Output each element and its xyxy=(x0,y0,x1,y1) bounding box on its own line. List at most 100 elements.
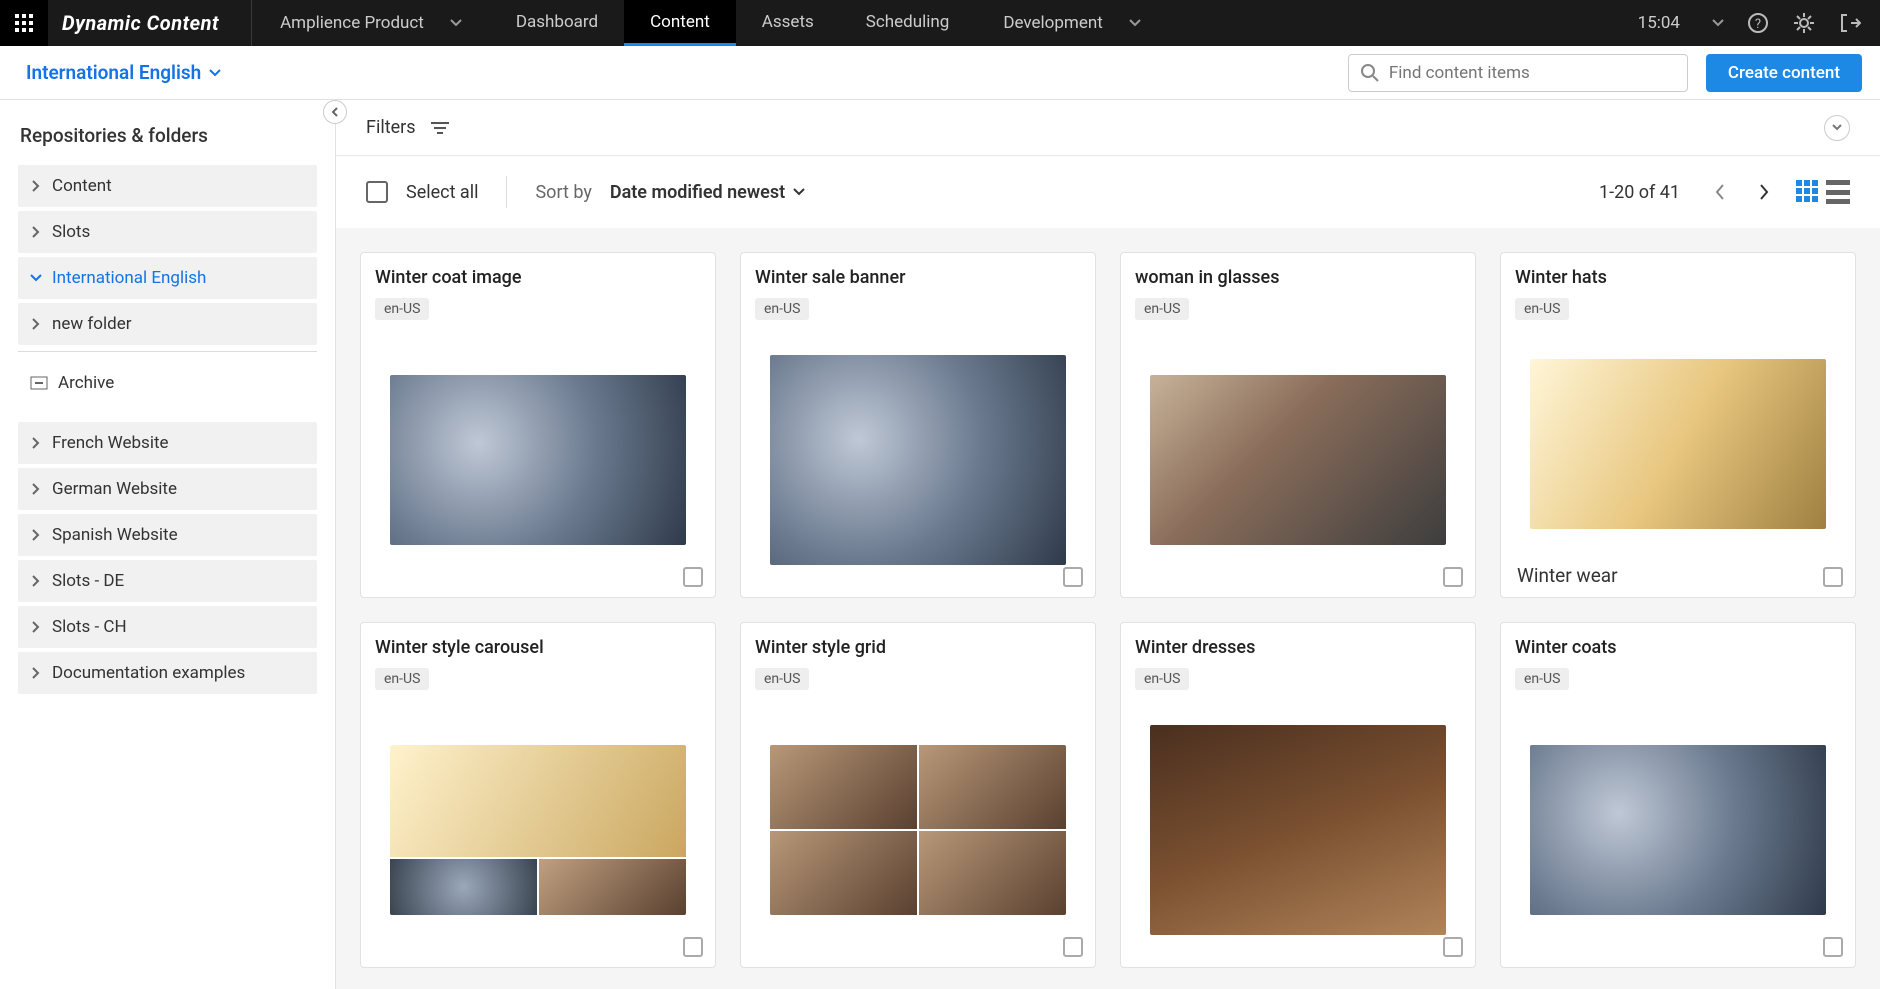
logout-button[interactable] xyxy=(1838,11,1862,35)
tree-item-slots-ch[interactable]: Slots - CH xyxy=(18,606,317,648)
tab-development[interactable]: Development xyxy=(975,0,1168,46)
select-all-label: Select all xyxy=(406,182,478,203)
card-select-checkbox[interactable] xyxy=(1823,937,1843,957)
chevron-right-icon xyxy=(30,529,42,541)
create-content-button[interactable]: Create content xyxy=(1706,54,1862,92)
card-select-checkbox[interactable] xyxy=(683,567,703,587)
list-view-button[interactable] xyxy=(1826,180,1850,204)
card-thumbnail xyxy=(1135,702,1461,957)
main-panel: Filters Select all Sort by Date modified… xyxy=(336,100,1880,989)
tree-item-german[interactable]: German Website xyxy=(18,468,317,510)
content-card[interactable]: Winter coat imageen-US xyxy=(360,252,716,598)
svg-text:?: ? xyxy=(1755,17,1761,32)
card-select-checkbox[interactable] xyxy=(1823,567,1843,587)
content-card[interactable]: Winter style carouselen-US xyxy=(360,622,716,968)
card-thumbnail xyxy=(755,332,1081,587)
chevron-left-icon xyxy=(331,107,339,117)
content-card[interactable]: Winter hats en-US Winter wear xyxy=(1500,252,1856,598)
tree-separator xyxy=(18,351,317,352)
chevron-right-icon xyxy=(30,483,42,495)
content-grid-area: Winter coat imageen-USWinter sale banner… xyxy=(336,228,1880,989)
card-caption: Winter wear xyxy=(1515,556,1841,587)
chevron-right-icon xyxy=(30,437,42,449)
help-button[interactable]: ? xyxy=(1746,11,1770,35)
card-grid: Winter coat imageen-USWinter sale banner… xyxy=(360,252,1856,968)
chevron-down-icon xyxy=(1832,124,1842,131)
collapse-sidebar-button[interactable] xyxy=(323,100,347,124)
card-select-checkbox[interactable] xyxy=(1443,567,1463,587)
content-card[interactable]: Winter style griden-US xyxy=(740,622,1096,968)
prev-page-button[interactable] xyxy=(1708,180,1732,204)
chevron-left-icon xyxy=(1715,184,1725,200)
card-thumbnail xyxy=(1135,332,1461,587)
tree-item-french[interactable]: French Website xyxy=(18,422,317,464)
expand-filters-button[interactable] xyxy=(1824,115,1850,141)
archive-icon xyxy=(30,376,48,390)
content-card[interactable]: Winter dressesen-US xyxy=(1120,622,1476,968)
divider xyxy=(506,176,507,208)
sort-dropdown[interactable]: Date modified newest xyxy=(610,182,805,203)
card-title: Winter hats xyxy=(1515,267,1841,288)
content-card[interactable]: Winter coats en-US xyxy=(1500,622,1856,968)
tab-content[interactable]: Content xyxy=(624,0,736,46)
tree-item-archive[interactable]: Archive xyxy=(18,362,317,404)
card-thumbnail xyxy=(755,702,1081,957)
tree-item-new-folder[interactable]: new folder xyxy=(18,303,317,345)
locale-chip: en-US xyxy=(1135,668,1189,690)
sort-value: Date modified newest xyxy=(610,182,785,203)
card-select-checkbox[interactable] xyxy=(1443,937,1463,957)
card-title: Winter coats xyxy=(1515,637,1841,658)
select-all-checkbox[interactable] xyxy=(366,181,388,203)
chevron-right-icon xyxy=(30,226,42,238)
chevron-down-icon[interactable] xyxy=(1712,19,1724,27)
product-switcher[interactable]: Amplience Product xyxy=(252,13,490,33)
card-select-checkbox[interactable] xyxy=(1063,567,1083,587)
tree-item-slots-de[interactable]: Slots - DE xyxy=(18,560,317,602)
apps-menu-button[interactable] xyxy=(0,0,48,46)
content-card[interactable]: Winter sale banneren-US xyxy=(740,252,1096,598)
card-thumbnail xyxy=(1515,332,1841,556)
settings-button[interactable] xyxy=(1792,11,1816,35)
search-box[interactable] xyxy=(1348,54,1688,92)
card-title: woman in glasses xyxy=(1135,267,1461,288)
subheader: International English Create content xyxy=(0,46,1880,100)
chevron-right-icon xyxy=(30,667,42,679)
tab-dashboard[interactable]: Dashboard xyxy=(490,0,624,46)
chevron-down-icon xyxy=(209,69,221,77)
next-page-button[interactable] xyxy=(1752,180,1776,204)
tree-item-doc-examples[interactable]: Documentation examples xyxy=(18,652,317,694)
clock: 15:04 xyxy=(1638,13,1680,33)
filter-icon[interactable] xyxy=(430,121,450,135)
chevron-right-icon xyxy=(30,180,42,192)
toolbar-row: Select all Sort by Date modified newest … xyxy=(336,156,1880,228)
tree-label: Slots - DE xyxy=(52,571,124,591)
apps-grid-icon xyxy=(15,14,33,32)
card-title: Winter style grid xyxy=(755,637,1081,658)
chevron-right-icon xyxy=(30,621,42,633)
tree-label: Documentation examples xyxy=(52,663,245,683)
filters-label[interactable]: Filters xyxy=(366,117,416,138)
tree-item-international-english[interactable]: International English xyxy=(18,257,317,299)
card-select-checkbox[interactable] xyxy=(1063,937,1083,957)
card-thumbnail xyxy=(375,702,701,957)
grid-view-button[interactable] xyxy=(1796,180,1820,204)
help-icon: ? xyxy=(1747,12,1769,34)
locale-chip: en-US xyxy=(1515,298,1569,320)
tree-label: German Website xyxy=(52,479,177,499)
tab-assets[interactable]: Assets xyxy=(736,0,840,46)
search-icon xyxy=(1361,64,1379,82)
content-card[interactable]: woman in glassesen-US xyxy=(1120,252,1476,598)
search-input[interactable] xyxy=(1389,63,1675,83)
card-title: Winter style carousel xyxy=(375,637,701,658)
card-title: Winter sale banner xyxy=(755,267,1081,288)
card-select-checkbox[interactable] xyxy=(683,937,703,957)
card-thumbnail xyxy=(375,332,701,587)
locale-selector[interactable]: International English xyxy=(26,61,221,84)
tree-item-spanish[interactable]: Spanish Website xyxy=(18,514,317,556)
locale-chip: en-US xyxy=(1515,668,1569,690)
tab-scheduling[interactable]: Scheduling xyxy=(840,0,976,46)
chevron-right-icon xyxy=(30,575,42,587)
tree-item-content[interactable]: Content xyxy=(18,165,317,207)
tree-item-slots[interactable]: Slots xyxy=(18,211,317,253)
locale-label: International English xyxy=(26,61,201,84)
